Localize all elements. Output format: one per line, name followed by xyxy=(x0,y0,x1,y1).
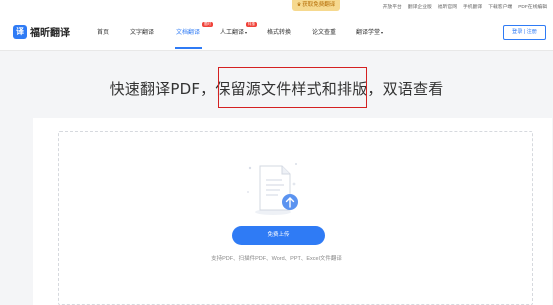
top-link-pdf-editor[interactable]: PDF在线编辑 xyxy=(518,3,547,10)
limited-badge: 限时 xyxy=(202,22,213,27)
nav-item-home[interactable]: 首页 xyxy=(97,27,109,36)
promo-label: 获取免费翻译 xyxy=(302,2,336,8)
chevron-down-icon: ▾ xyxy=(245,30,248,35)
top-link-open-platform[interactable]: 开放平台 xyxy=(383,3,402,10)
discount-badge: 特惠 xyxy=(246,22,257,27)
main-navbar: 译 福昕翻译 首页 文字翻译 文档翻译 限时 人工翻译▾ 特惠 格式转换 论文查… xyxy=(0,13,553,51)
nav-item-human-translate[interactable]: 人工翻译▾ 特惠 xyxy=(220,22,257,36)
crown-icon: ♛ xyxy=(296,2,302,8)
nav-item-format-convert[interactable]: 格式转换 xyxy=(267,27,291,36)
login-register-button[interactable]: 登录 | 注册 xyxy=(503,25,546,40)
nav-item-doc-translate[interactable]: 文档翻译 限时 xyxy=(176,22,213,36)
chevron-down-icon: ▾ xyxy=(381,30,384,35)
top-link-download[interactable]: 下载客户端 xyxy=(488,3,512,10)
nav-item-doc-translate-label: 文档翻译 xyxy=(176,30,201,36)
top-link-enterprise[interactable]: 翻译企业版 xyxy=(408,3,432,10)
free-translation-promo[interactable]: ♛获取免费翻译 xyxy=(292,0,340,11)
nav-item-plagiarism-check[interactable]: 论文查重 xyxy=(312,27,336,36)
top-utility-bar: ♛获取免费翻译 开放平台 翻译企业版 福昕官网 手机翻译 下载客户端 PDF在线… xyxy=(0,0,553,13)
logo-icon: 译 xyxy=(13,24,27,39)
highlight-annotation-box xyxy=(218,67,367,108)
top-link-mobile[interactable]: 手机翻译 xyxy=(463,3,482,10)
active-tab-indicator xyxy=(175,47,202,49)
nav-item-text-translate[interactable]: 文字翻译 xyxy=(130,27,154,36)
top-links: 开放平台 翻译企业版 福昕官网 手机翻译 下载客户端 PDF在线编辑 xyxy=(377,0,547,12)
nav-item-human-translate-label: 人工翻译 xyxy=(220,30,245,36)
nav-item-translation-school[interactable]: 翻译学堂▾ xyxy=(356,27,383,36)
logo-text: 福昕翻译 xyxy=(30,28,70,39)
free-upload-button[interactable]: 免费上传 xyxy=(232,226,325,245)
nav-item-translation-school-label: 翻译学堂 xyxy=(356,30,381,36)
headline-part-1: 快速翻译PDF， xyxy=(109,80,216,98)
headline-part-3: ，双语查看 xyxy=(367,80,444,98)
logo[interactable]: 译 福昕翻译 xyxy=(13,24,70,39)
supported-formats-text: 支持PDF、扫描件PDF、Word、PPT、Excel文件翻译 xyxy=(211,256,342,262)
document-upload-icon xyxy=(247,163,298,215)
top-link-official-site[interactable]: 福昕官网 xyxy=(438,3,457,10)
